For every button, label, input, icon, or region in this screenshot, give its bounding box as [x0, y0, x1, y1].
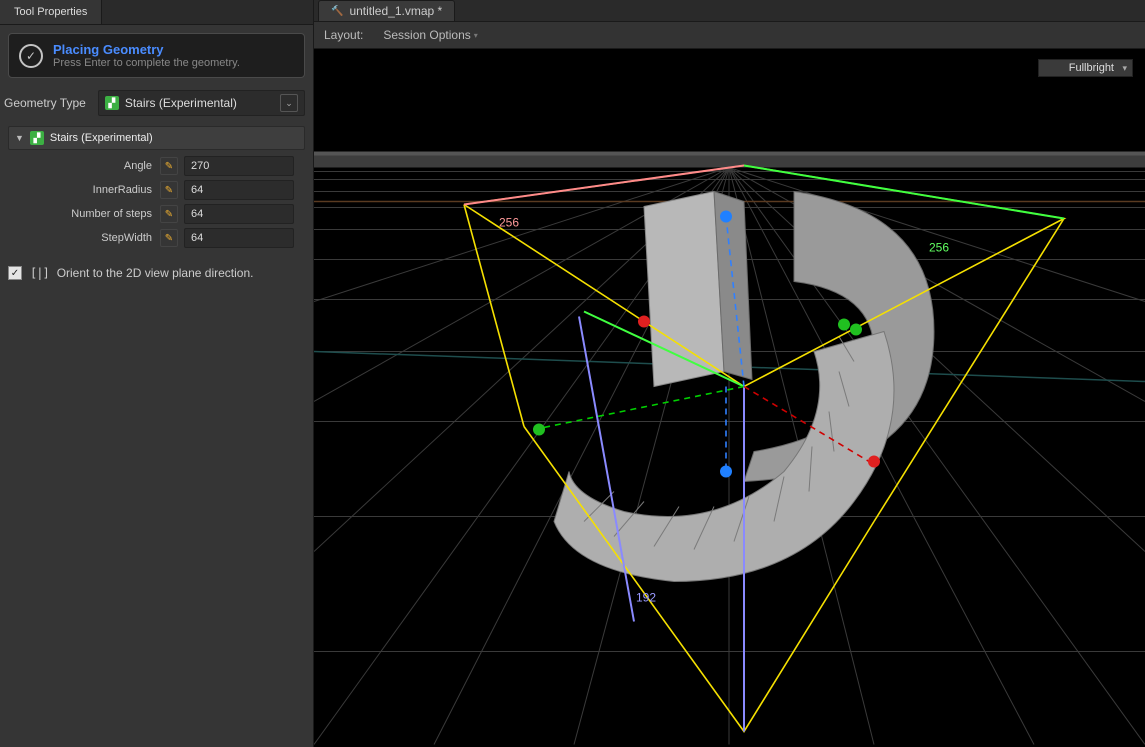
bounding-box: [464, 166, 1064, 732]
document-title: untitled_1.vmap *: [349, 4, 442, 18]
tab-tool-properties[interactable]: Tool Properties: [0, 0, 102, 24]
stairs-icon: ▞: [30, 131, 44, 145]
hammer-icon: 🔨: [331, 6, 343, 17]
angle-label: Angle: [10, 160, 160, 172]
layout-label: Layout:: [324, 28, 363, 42]
orient-checkbox-row: ✓ [|] Orient to the 2D view plane direct…: [8, 266, 305, 280]
bbox-dim-x: 256: [499, 216, 519, 230]
info-banner: ✓ Placing Geometry Press Enter to comple…: [8, 33, 305, 78]
viewport-area: 🔨 untitled_1.vmap * Layout: Session Opti…: [314, 0, 1145, 747]
edit-icon[interactable]: ✎: [160, 229, 178, 247]
num-steps-label: Number of steps: [10, 208, 160, 220]
angle-input[interactable]: [184, 156, 294, 176]
viewport-toolbar: Layout: Session Options ▾: [314, 22, 1145, 49]
edit-icon[interactable]: ✎: [160, 181, 178, 199]
edit-icon[interactable]: ✎: [160, 157, 178, 175]
edit-icon[interactable]: ✎: [160, 205, 178, 223]
step-width-input[interactable]: [184, 228, 294, 248]
chevron-down-icon: ▾: [474, 31, 478, 40]
viewport-scene: 256 256 192: [314, 49, 1145, 747]
geometry-type-row: Geometry Type ▞ Stairs (Experimental) ⌄: [0, 86, 313, 120]
step-width-label: StepWidth: [10, 232, 160, 244]
bbox-dim-z: 192: [636, 591, 656, 605]
stairs-icon: ▞: [105, 96, 119, 110]
tool-properties-panel: Tool Properties ✓ Placing Geometry Press…: [0, 0, 314, 747]
stairs-section-header[interactable]: ▼ ▞ Stairs (Experimental): [8, 126, 305, 150]
orient-label: Orient to the 2D view plane direction.: [57, 266, 254, 280]
sidebar-tab-bar: Tool Properties: [0, 0, 313, 25]
session-options-menu[interactable]: Session Options ▾: [383, 28, 477, 42]
orient-icon: [|]: [30, 266, 49, 280]
banner-subtitle: Press Enter to complete the geometry.: [53, 57, 240, 69]
document-tab[interactable]: 🔨 untitled_1.vmap *: [318, 0, 455, 21]
num-steps-input[interactable]: [184, 204, 294, 224]
collapse-triangle-icon: ▼: [15, 133, 24, 143]
chevron-down-icon: ⌄: [280, 94, 298, 112]
inner-radius-label: InnerRadius: [10, 184, 160, 196]
geometry-type-dropdown[interactable]: ▞ Stairs (Experimental) ⌄: [98, 90, 305, 116]
section-title: Stairs (Experimental): [50, 132, 153, 144]
banner-title: Placing Geometry: [53, 42, 240, 57]
geometry-type-value: Stairs (Experimental): [125, 96, 237, 110]
bbox-dim-y: 256: [929, 241, 949, 255]
shading-mode-dropdown[interactable]: Fullbright: [1038, 59, 1133, 77]
3d-viewport[interactable]: Fullbright: [314, 49, 1145, 747]
checkmark-circle-icon: ✓: [19, 44, 43, 68]
geometry-type-label: Geometry Type: [4, 96, 86, 110]
property-grid: Angle ✎ InnerRadius ✎ Number of steps ✎ …: [10, 156, 303, 248]
inner-radius-input[interactable]: [184, 180, 294, 200]
orient-checkbox[interactable]: ✓: [8, 266, 22, 280]
document-tab-bar: 🔨 untitled_1.vmap *: [314, 0, 1145, 22]
